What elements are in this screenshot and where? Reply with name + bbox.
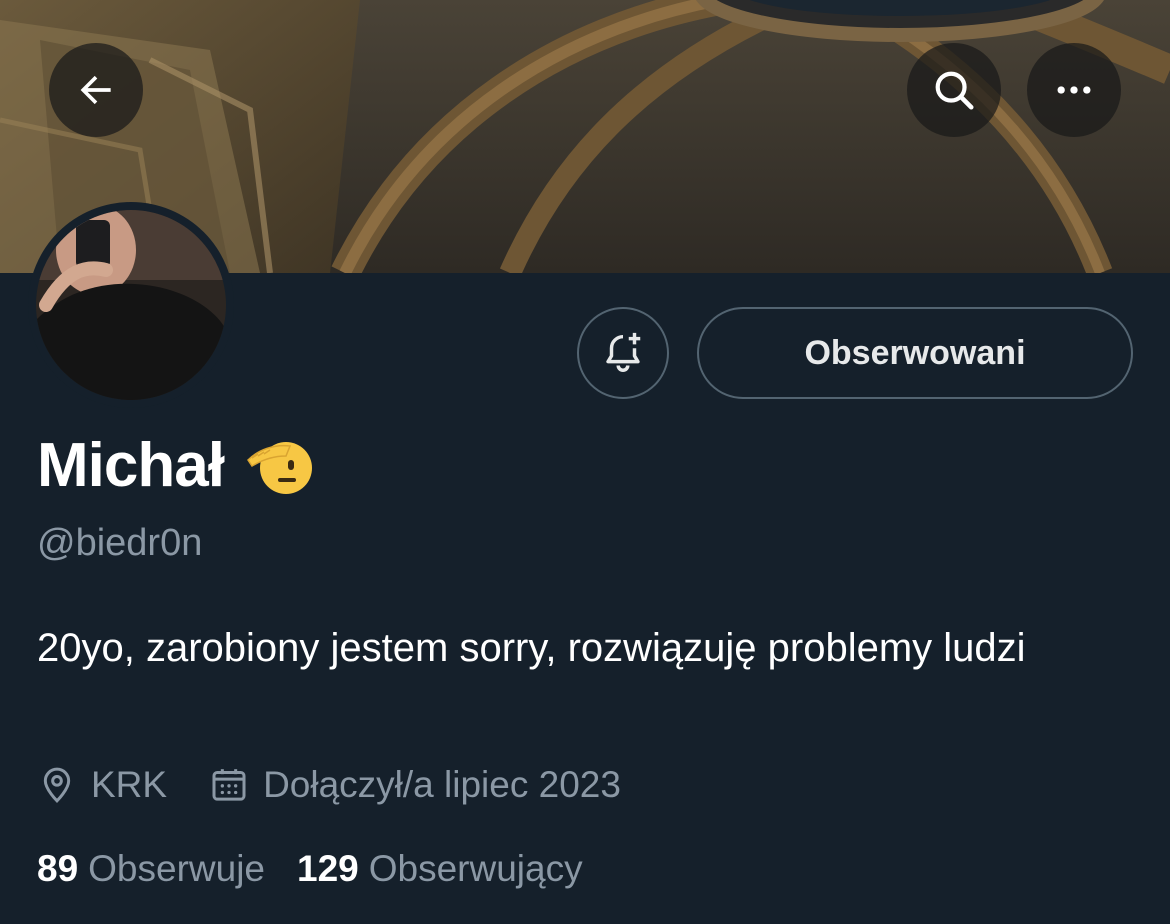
joined-item: Dołączył/a lipiec 2023 bbox=[209, 764, 621, 806]
followers-stat[interactable]: 129 Obserwujący bbox=[297, 848, 583, 890]
more-horizontal-icon bbox=[1057, 86, 1091, 94]
more-button[interactable] bbox=[1027, 43, 1121, 137]
followers-label: Obserwujący bbox=[368, 848, 583, 889]
following-button-label: Obserwowani bbox=[804, 333, 1026, 372]
search-button[interactable] bbox=[907, 43, 1001, 137]
notifications-button[interactable] bbox=[577, 307, 669, 399]
following-stat[interactable]: 89 Obserwuje bbox=[37, 848, 265, 890]
search-icon bbox=[935, 71, 974, 110]
arrow-left-icon bbox=[80, 75, 111, 105]
bell-plus-icon bbox=[606, 332, 641, 372]
following-count: 89 bbox=[37, 848, 79, 889]
calendar-icon bbox=[212, 769, 246, 801]
display-name: Michał bbox=[37, 431, 225, 500]
location-text: KRK bbox=[91, 764, 168, 805]
avatar[interactable] bbox=[28, 202, 234, 408]
location-item: KRK bbox=[37, 764, 167, 806]
user-handle: @biedr0n bbox=[37, 522, 203, 564]
back-button[interactable] bbox=[49, 43, 143, 137]
profile-meta: KRK Dołączył/a lipiec 2023 bbox=[37, 764, 621, 806]
location-pin-icon bbox=[43, 767, 71, 803]
followers-count: 129 bbox=[297, 848, 359, 889]
following-button[interactable]: Obserwowani bbox=[697, 307, 1133, 399]
saluting-face-icon bbox=[246, 434, 312, 498]
avatar-image bbox=[36, 210, 226, 400]
joined-text: Dołączył/a lipiec 2023 bbox=[263, 764, 621, 805]
following-label: Obserwuje bbox=[88, 848, 266, 889]
profile-page: Obserwowani Michał @biedr0n 20yo, zarobi… bbox=[0, 0, 1170, 924]
profile-bio: 20yo, zarobiony jestem sorry, rozwiązuję… bbox=[37, 626, 1026, 670]
follow-stats: 89 Obserwuje 129 Obserwujący bbox=[37, 848, 583, 890]
name-row: Michał bbox=[37, 430, 312, 501]
